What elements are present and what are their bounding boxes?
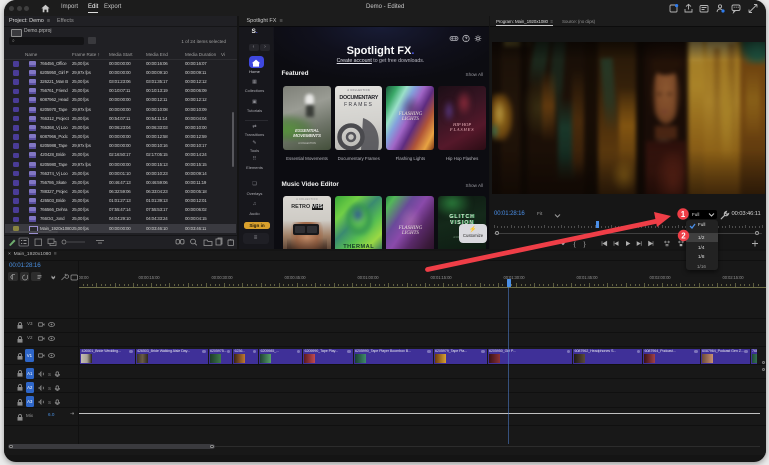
svg-text:2: 2 [681, 232, 686, 241]
svg-text:1: 1 [681, 210, 686, 219]
